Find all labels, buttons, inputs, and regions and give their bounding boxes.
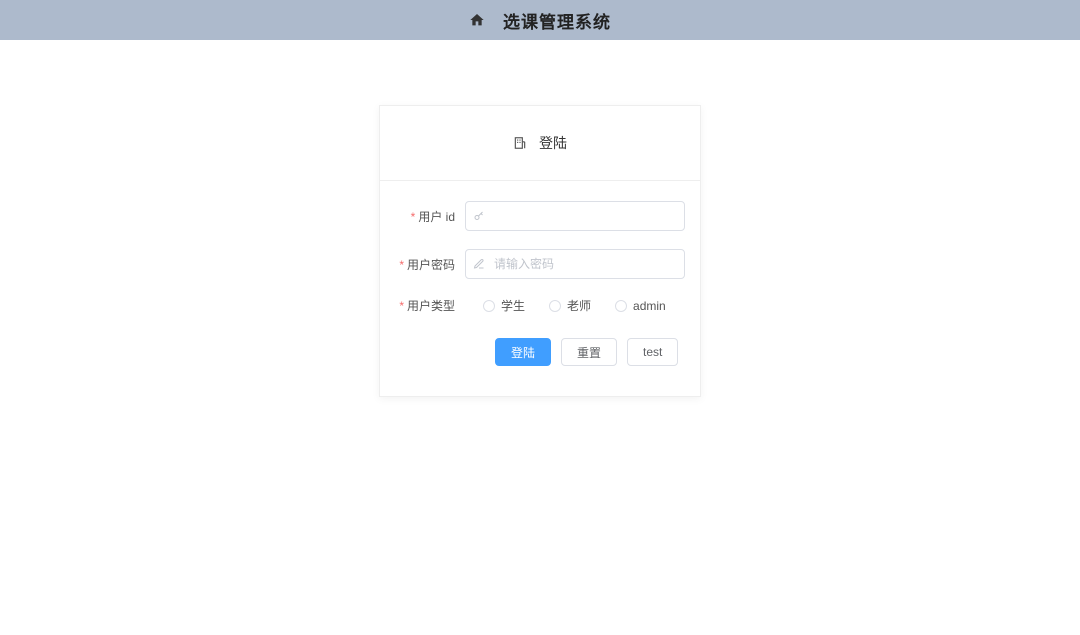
- required-mark: *: [399, 299, 404, 313]
- radio-circle-icon: [549, 300, 561, 312]
- user-id-input-wrap: [465, 201, 685, 231]
- user-type-radio-group: 学生 老师 admin: [465, 297, 666, 314]
- password-input[interactable]: [465, 249, 685, 279]
- password-label: *用户密码: [395, 256, 465, 273]
- radio-circle-icon: [615, 300, 627, 312]
- form-row-user-id: *用户 id: [395, 201, 685, 231]
- button-row: 登陆 重置 test: [395, 338, 685, 366]
- card-title: 登陆: [539, 133, 567, 153]
- card-header: 登陆: [380, 106, 700, 181]
- user-id-label: *用户 id: [395, 208, 465, 225]
- user-id-input[interactable]: [465, 201, 685, 231]
- form-row-user-type: *用户类型 学生 老师 admin: [395, 297, 685, 314]
- radio-teacher[interactable]: 老师: [549, 297, 591, 314]
- page-title: 选课管理系统: [503, 8, 611, 33]
- radio-admin[interactable]: admin: [615, 297, 666, 314]
- key-icon: [473, 210, 485, 222]
- required-mark: *: [399, 258, 404, 272]
- radio-student[interactable]: 学生: [483, 297, 525, 314]
- card-body: *用户 id *用户密码: [380, 181, 700, 396]
- form-row-password: *用户密码: [395, 249, 685, 279]
- password-input-wrap: [465, 249, 685, 279]
- edit-icon: [473, 258, 485, 270]
- required-mark: *: [411, 210, 416, 224]
- test-button[interactable]: test: [627, 338, 678, 366]
- page-header: 选课管理系统: [0, 0, 1080, 40]
- login-card: 登陆 *用户 id *用户密码: [379, 105, 701, 397]
- home-icon: [469, 12, 485, 28]
- login-button[interactable]: 登陆: [495, 338, 551, 366]
- user-type-label: *用户类型: [395, 297, 465, 314]
- building-icon: [513, 136, 527, 150]
- reset-button[interactable]: 重置: [561, 338, 617, 366]
- radio-circle-icon: [483, 300, 495, 312]
